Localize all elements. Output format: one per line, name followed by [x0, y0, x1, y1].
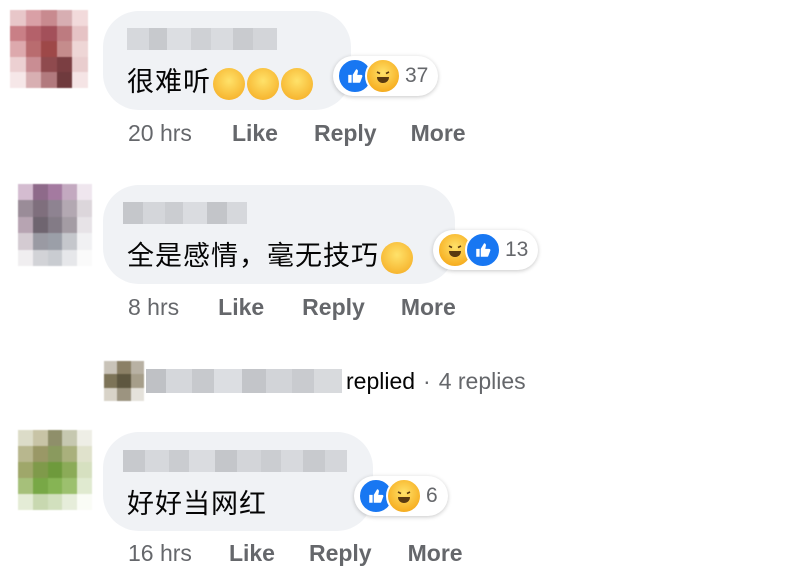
timestamp[interactable]: 16 hrs: [128, 540, 192, 567]
haha-reaction-icon: [386, 478, 422, 514]
comment-text-content: 很难听: [127, 67, 211, 98]
avatar[interactable]: [10, 10, 88, 88]
more-button[interactable]: More: [411, 120, 466, 147]
reply-count: 4 replies: [438, 367, 526, 394]
like-button[interactable]: Like: [229, 540, 275, 567]
like-button[interactable]: Like: [232, 120, 278, 147]
more-button[interactable]: More: [408, 540, 463, 567]
reaction-count: 6: [426, 484, 438, 507]
like-reaction-icon: [465, 232, 501, 268]
comment-actions: 20 hrs Like Reply More: [128, 120, 466, 147]
comment-actions: 16 hrs Like Reply More: [128, 540, 463, 567]
separator: ·: [423, 367, 431, 394]
comment-text: 很难听: [127, 60, 313, 100]
comment-text: 全是感情，毫无技巧: [127, 234, 413, 274]
reaction-summary[interactable]: 13: [433, 230, 539, 270]
comment-text-content: 好好当网红: [127, 489, 267, 520]
rolling-on-floor-laughing-icon: [247, 67, 279, 100]
reply-button[interactable]: Reply: [309, 540, 372, 567]
timestamp[interactable]: 8 hrs: [128, 294, 179, 321]
commenter-name[interactable]: [123, 450, 347, 472]
view-replies-link[interactable]: replied · 4 replies: [104, 361, 526, 401]
reaction-count: 37: [405, 64, 429, 87]
reply-button[interactable]: Reply: [314, 120, 377, 147]
commenter-name[interactable]: [127, 28, 277, 50]
reply-button[interactable]: Reply: [302, 294, 365, 321]
replied-label: replied: [346, 367, 416, 394]
comment-text-content: 全是感情，毫无技巧: [127, 241, 379, 272]
rolling-on-floor-laughing-icon: [213, 67, 245, 100]
reply-avatar: [104, 361, 144, 401]
reaction-summary[interactable]: 37: [333, 56, 439, 96]
commenter-name[interactable]: [123, 202, 247, 224]
grinning-sweat-icon: [381, 241, 413, 274]
reaction-summary[interactable]: 6: [354, 476, 448, 516]
comment-actions: 8 hrs Like Reply More: [128, 294, 456, 321]
like-button[interactable]: Like: [218, 294, 264, 321]
replier-name: [146, 369, 342, 393]
reaction-count: 13: [505, 238, 529, 261]
more-button[interactable]: More: [401, 294, 456, 321]
avatar[interactable]: [18, 430, 92, 510]
haha-reaction-icon: [365, 58, 401, 94]
comment-text: 好好当网红: [127, 482, 267, 521]
timestamp[interactable]: 20 hrs: [128, 120, 192, 147]
rolling-on-floor-laughing-icon: [281, 67, 313, 100]
avatar[interactable]: [18, 184, 92, 266]
